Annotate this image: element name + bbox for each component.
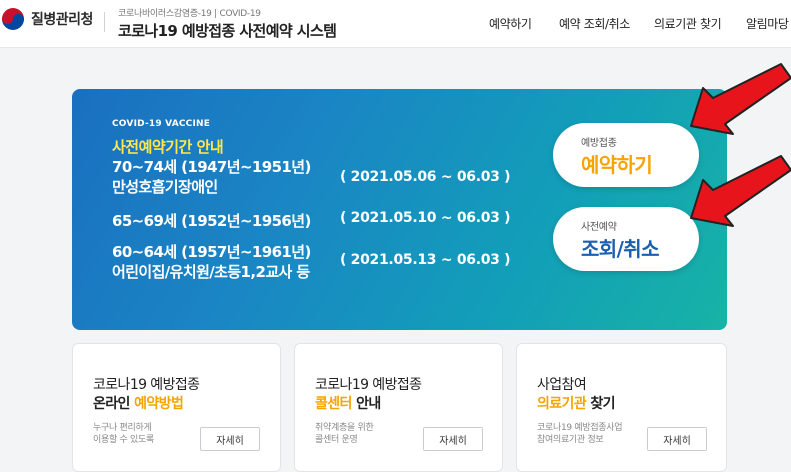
card-subtitle-highlight: 콜센터: [315, 396, 352, 412]
details-button[interactable]: 자세히: [200, 427, 260, 451]
age-group-70-74: 70~74세 (1947년~1951년): [112, 158, 311, 176]
card-title: 코로나19 예방접종: [315, 377, 422, 393]
card-subtitle: 콜센터 안내: [315, 393, 381, 413]
period-3: ( 2021.05.13 ~ 06.03 ): [340, 252, 511, 268]
card-subtitle-highlight: 예약방법: [134, 396, 184, 412]
nav-find-clinic[interactable]: 의료기관 찾기: [654, 15, 722, 32]
card-subtitle: 온라인 예약방법: [93, 393, 184, 413]
card-subtitle-part: 안내: [351, 396, 381, 412]
lookup-button-small: 사전예약: [581, 222, 617, 233]
card-desc-line: 이용할 수 있도록: [93, 435, 154, 445]
card-subtitle-part: 온라인: [93, 396, 135, 412]
age-group-60-64: 60~64세 (1957년~1961년): [112, 243, 311, 261]
red-arrow-icon: [690, 155, 791, 227]
logo[interactable]: 질병관리청: [2, 8, 93, 30]
nav-lookup-cancel[interactable]: 예약 조회/취소: [559, 15, 630, 32]
card-find-clinic: 사업참여 의료기관 찾기 코로나19 예방접종사업참여의료기관 정보 자세히: [516, 343, 727, 472]
details-button[interactable]: 자세히: [647, 427, 707, 451]
group-teachers: 어린이집/유치원/초등1,2교사 등: [112, 263, 310, 281]
card-subtitle-part: 찾기: [586, 396, 615, 412]
nav-notice[interactable]: 알림마당: [746, 15, 789, 32]
details-button[interactable]: 자세히: [423, 427, 483, 451]
card-desc-line: 취약계층을 위한: [315, 423, 374, 433]
reserve-button[interactable]: 예방접종 예약하기: [553, 123, 699, 187]
card-call-center: 코로나19 예방접종 콜센터 안내 취약계층을 위한콜센터 운영 자세히: [294, 343, 503, 472]
card-online-reservation: 코로나19 예방접종 온라인 예약방법 누구나 편리하게이용할 수 있도록 자세…: [72, 343, 281, 472]
card-subtitle-highlight: 의료기관: [537, 396, 587, 412]
card-title: 사업참여: [537, 377, 587, 393]
page-title: 코로나19 예방접종 사전예약 시스템: [118, 22, 337, 40]
card-desc-line: 참여의료기관 정보: [537, 435, 604, 445]
taeguk-logo-icon: [2, 8, 24, 30]
card-description: 코로나19 예방접종사업참여의료기관 정보: [537, 422, 623, 446]
card-desc-line: 콜센터 운영: [315, 435, 358, 445]
header: 질병관리청 코로나바이러스감염증-19 | COVID-19 코로나19 예방접…: [0, 0, 791, 48]
card-title: 코로나19 예방접종: [93, 377, 200, 393]
reserve-button-small: 예방접종: [581, 138, 617, 149]
lookup-cancel-button[interactable]: 사전예약 조회/취소: [553, 207, 699, 271]
period-2: ( 2021.05.10 ~ 06.03 ): [340, 210, 511, 226]
lookup-button-label: 조회/취소: [581, 237, 660, 261]
header-divider: [104, 12, 105, 32]
card-description: 취약계층을 위한콜센터 운영: [315, 422, 374, 446]
banner-heading: 사전예약기간 안내: [112, 138, 224, 156]
card-description: 누구나 편리하게이용할 수 있도록: [93, 422, 154, 446]
org-name: 질병관리청: [31, 12, 93, 28]
red-arrow-icon: [690, 63, 791, 135]
age-group-65-69: 65~69세 (1952년~1956년): [112, 212, 311, 230]
nav-reserve[interactable]: 예약하기: [489, 15, 532, 32]
card-desc-line: 코로나19 예방접종사업: [537, 423, 623, 433]
period-1: ( 2021.05.06 ~ 06.03 ): [340, 169, 511, 185]
reserve-button-label: 예약하기: [581, 153, 653, 177]
card-subtitle: 의료기관 찾기: [537, 393, 616, 413]
banner-tag: COVID-19 VACCINE: [112, 119, 211, 129]
card-desc-line: 누구나 편리하게: [93, 423, 152, 433]
group-respiratory: 만성호흡기장애인: [112, 178, 218, 196]
header-subtitle: 코로나바이러스감염증-19 | COVID-19: [118, 9, 261, 19]
